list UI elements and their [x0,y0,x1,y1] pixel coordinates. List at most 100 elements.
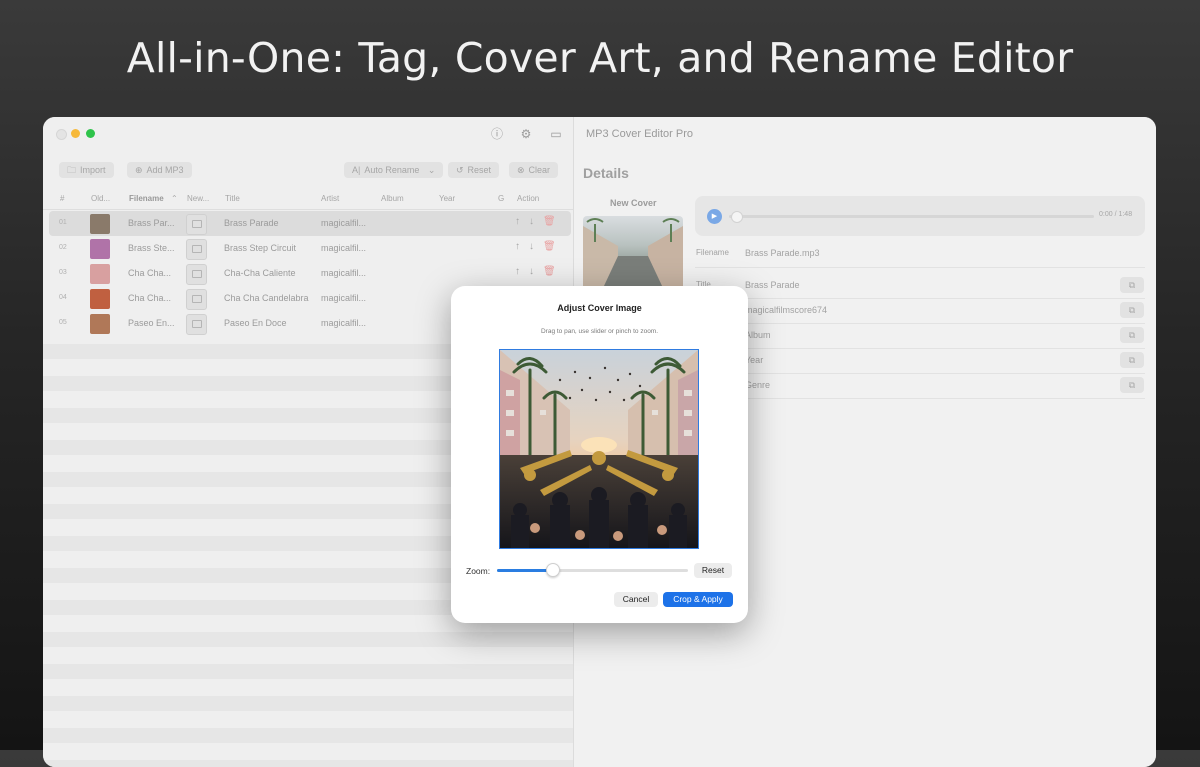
row-title: Brass Parade [224,218,279,228]
plus-circle-icon: ⊕ [135,165,143,175]
reset-label: Reset [467,165,492,175]
row-number: 03 [59,269,67,276]
copy-icon[interactable]: ⧉ [1120,302,1144,318]
image-placeholder-icon[interactable] [186,264,207,285]
crop-apply-button[interactable]: Crop & Apply [663,592,733,607]
playback-progress[interactable] [729,215,1094,218]
divider [695,348,1145,349]
import-label: Import [80,165,106,175]
image-placeholder-icon[interactable] [186,289,207,310]
divider [695,267,1145,268]
arrow-down-icon[interactable]: ↓ [529,266,534,277]
reset-icon: ↺ [456,165,464,175]
reset-button[interactable]: ↺ Reset [448,162,500,178]
new-cover-label: New Cover [610,198,657,208]
old-cover-thumbnail [90,289,110,309]
new-cover-preview[interactable] [583,216,683,288]
arrow-up-icon[interactable]: ↑ [515,241,520,252]
row-artist: magicalfil... [321,268,367,278]
col-header-filename[interactable]: Filename [129,194,164,203]
image-placeholder-icon[interactable] [186,239,207,260]
divider [695,373,1145,374]
playback-time: 0:00 / 1:48 [1099,211,1133,218]
zoom-reset-button[interactable]: Reset [694,563,732,578]
window-title: MP3 Cover Editor Pro [586,128,693,140]
row-title: Cha-Cha Caliente [224,268,296,278]
minimize-window-button[interactable] [71,129,80,138]
cancel-button[interactable]: Cancel [614,592,658,607]
row-filename: Cha Cha... [128,268,172,278]
table-row[interactable]: 02 Brass Ste... Brass Step Circuit magic… [43,236,573,261]
table-row[interactable]: 01 Brass Par... Brass Parade magicalfil.… [49,211,571,236]
folder-icon: 🗀 [67,165,77,175]
gear-icon[interactable]: ⚙ [519,127,533,141]
col-header-action: Action [517,194,540,203]
auto-rename-dropdown[interactable]: A| Auto Rename ⌄ [344,162,444,178]
copy-icon[interactable]: ⧉ [1120,377,1144,393]
copy-icon[interactable]: ⧉ [1120,277,1144,293]
trash-icon[interactable]: 🗑 [543,241,556,252]
col-header-old-cover[interactable]: Old... [91,194,110,203]
row-filename: Brass Ste... [128,243,175,253]
dialog-title: Adjust Cover Image [557,303,642,313]
table-row[interactable]: 03 Cha Cha... Cha-Cha Caliente magicalfi… [43,261,573,286]
col-header-album[interactable]: Album [381,194,404,203]
zoom-slider-fill [497,569,552,572]
divider [695,398,1145,399]
empty-row [43,632,573,647]
row-artist: magicalfil... [321,318,367,328]
col-header-number[interactable]: # [60,194,64,203]
empty-row [43,728,573,743]
zoom-slider-knob[interactable] [546,563,560,577]
col-header-artist[interactable]: Artist [321,194,339,203]
empty-row [43,696,573,711]
col-header-genre[interactable]: G [498,194,504,203]
audio-player: ▶ 0:00 / 1:48 [695,196,1145,236]
filename-value: Brass Parade.mp3 [745,248,820,258]
auto-rename-label: Auto Rename [364,165,420,175]
col-header-new-cover[interactable]: New... [187,194,209,203]
clear-button[interactable]: ⊗ Clear [509,162,559,178]
clear-label: Clear [528,165,551,175]
zoom-slider[interactable] [497,569,688,572]
text-cursor-icon: A| [352,165,361,175]
arrow-up-icon[interactable]: ↑ [515,216,520,227]
row-number: 05 [59,319,67,326]
dialog-instructions: Drag to pan, use slider or pinch to zoom… [540,328,659,335]
tag-field-input[interactable]: Album [745,330,771,340]
arrow-down-icon[interactable]: ↓ [529,241,534,252]
import-button[interactable]: 🗀 Import [59,162,114,178]
trash-icon[interactable]: 🗑 [543,216,556,227]
adjust-cover-dialog: Adjust Cover Image Drag to pan, use slid… [451,286,748,623]
arrow-up-icon[interactable]: ↑ [515,266,520,277]
play-icon[interactable]: ▶ [707,209,722,224]
copy-icon[interactable]: ⧉ [1120,327,1144,343]
marketing-headline: All-in-One: Tag, Cover Art, and Rename E… [126,34,1074,82]
row-artist: magicalfil... [321,218,367,228]
empty-row [43,664,573,679]
col-header-year[interactable]: Year [439,194,455,203]
tag-field-input[interactable]: Genre [745,380,770,390]
crop-area[interactable] [499,349,699,549]
row-artist: magicalfil... [321,293,367,303]
tag-field-input[interactable]: magicalfilmscore674 [745,305,827,315]
image-placeholder-icon[interactable] [186,314,207,335]
details-heading: Details [583,165,629,181]
tag-field-input[interactable]: Brass Parade [745,280,800,290]
old-cover-thumbnail [90,214,110,234]
add-mp3-button[interactable]: ⊕ Add MP3 [127,162,192,178]
image-placeholder-icon[interactable] [186,214,207,235]
arrow-down-icon[interactable]: ↓ [529,216,534,227]
info-icon[interactable]: ⓘ [490,127,504,141]
divider [695,323,1145,324]
zoom-label: Zoom: [466,566,491,576]
col-header-title[interactable]: Title [225,194,240,203]
close-window-button[interactable] [56,129,67,140]
copy-icon[interactable]: ⧉ [1120,352,1144,368]
row-filename: Paseo En... [128,318,175,328]
row-number: 01 [59,219,67,226]
playback-knob[interactable] [731,211,743,223]
zoom-window-button[interactable] [86,129,95,138]
trash-icon[interactable]: 🗑 [543,266,556,277]
sidebar-toggle-icon[interactable]: ▭ [549,127,563,141]
